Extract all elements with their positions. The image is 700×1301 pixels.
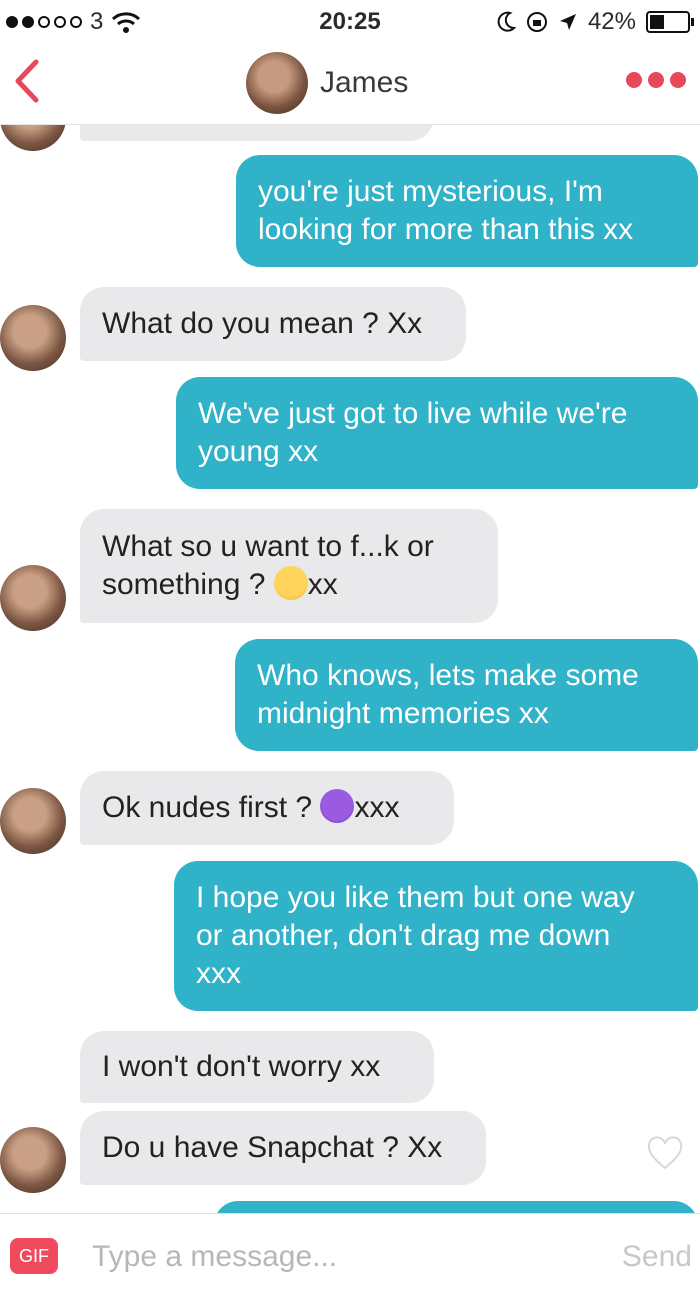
sender-avatar [0,788,66,854]
send-button[interactable]: Send [622,1240,692,1274]
sender-avatar [0,125,66,151]
message-bubble-incoming: What so u want to f...k or something ? x… [80,509,498,623]
message-bubble-outgoing: I hope you like them but one way or anot… [174,861,698,1011]
message-input[interactable] [90,1234,594,1280]
status-bar: 3 20:25 42% [0,0,700,44]
like-heart-icon[interactable] [646,1135,684,1173]
sender-avatar [0,565,66,631]
contact-name[interactable]: James [320,66,408,100]
sender-avatar [0,1127,66,1193]
moon-icon [497,11,516,32]
back-chevron-icon[interactable] [8,56,48,106]
orientation-lock-icon [526,12,547,32]
more-options-icon[interactable] [626,72,686,88]
message-bubble-outgoing: We've just got to live while we're young… [176,377,698,489]
gif-button[interactable]: GIF [10,1238,58,1274]
message-list[interactable]: you're just mysterious, I'm looking for … [0,125,700,1213]
message-bubble-incoming: What do you mean ? Xx [80,287,466,361]
location-arrow-icon [559,14,576,30]
message-bubble-incoming: Ok nudes first ? xxx [80,771,454,845]
message-bubble-incoming: I won't don't worry xx [80,1031,434,1103]
battery-percent: 42% [587,8,636,35]
message-bubble-outgoing: Who knows, lets make some midnight memor… [235,639,698,751]
message-bubble-incoming [80,125,434,141]
message-bubble-outgoing: you're just mysterious, I'm looking for … [236,155,698,267]
message-composer: GIF Send [0,1213,700,1301]
sender-avatar [0,305,66,371]
message-bubble-incoming: Do u have Snapchat ? Xx [80,1111,486,1185]
message-bubble-outgoing [214,1201,698,1213]
battery-icon [646,11,694,33]
laughing-emoji-icon [273,566,308,600]
contact-avatar[interactable] [246,52,308,114]
smiling-devil-emoji-icon [320,789,355,823]
chat-header: James [0,44,700,125]
